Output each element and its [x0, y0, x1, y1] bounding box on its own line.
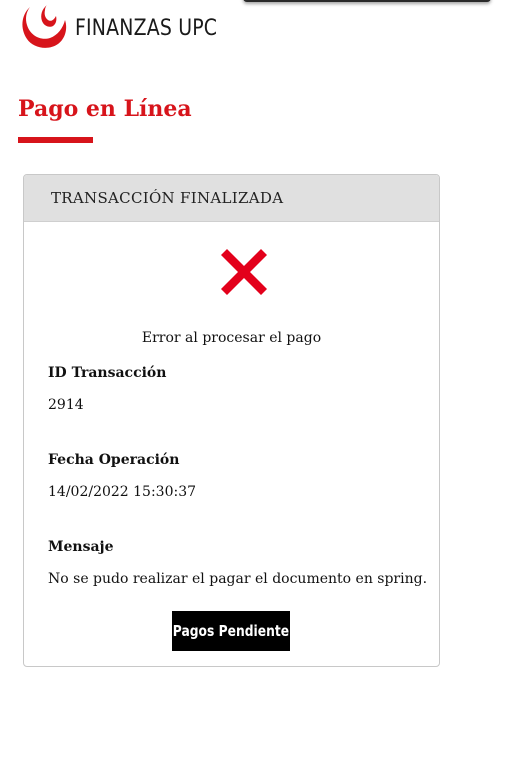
title-underline — [18, 137, 93, 143]
status-message: Error al procesar el pago — [141, 330, 322, 346]
transaction-id-value: 2914 — [48, 397, 84, 413]
top-menu-edge — [243, 0, 491, 2]
page-title: Pago en Línea — [18, 96, 192, 122]
brand-logo[interactable]: FINANZAS UPC — [18, 3, 240, 53]
operation-date-value: 14/02/2022 15:30:37 — [48, 484, 197, 500]
brand-name: FINANZAS UPC — [75, 15, 218, 41]
card-header: TRANSACCIÓN FINALIZADA — [24, 175, 439, 222]
error-x-icon — [221, 249, 267, 295]
message-value: No se pudo realizar el pagar el document… — [48, 571, 428, 587]
message-label: Mensaje — [48, 539, 114, 555]
pending-payments-label: Pagos Pendiente — [172, 622, 290, 640]
transaction-id-label: ID Transacción — [48, 365, 167, 381]
operation-date-label: Fecha Operación — [48, 452, 180, 468]
upc-logo-icon — [22, 5, 67, 48]
pending-payments-button[interactable]: Pagos Pendiente — [172, 611, 290, 651]
transaction-card: TRANSACCIÓN FINALIZADA Error al procesar… — [23, 174, 440, 667]
